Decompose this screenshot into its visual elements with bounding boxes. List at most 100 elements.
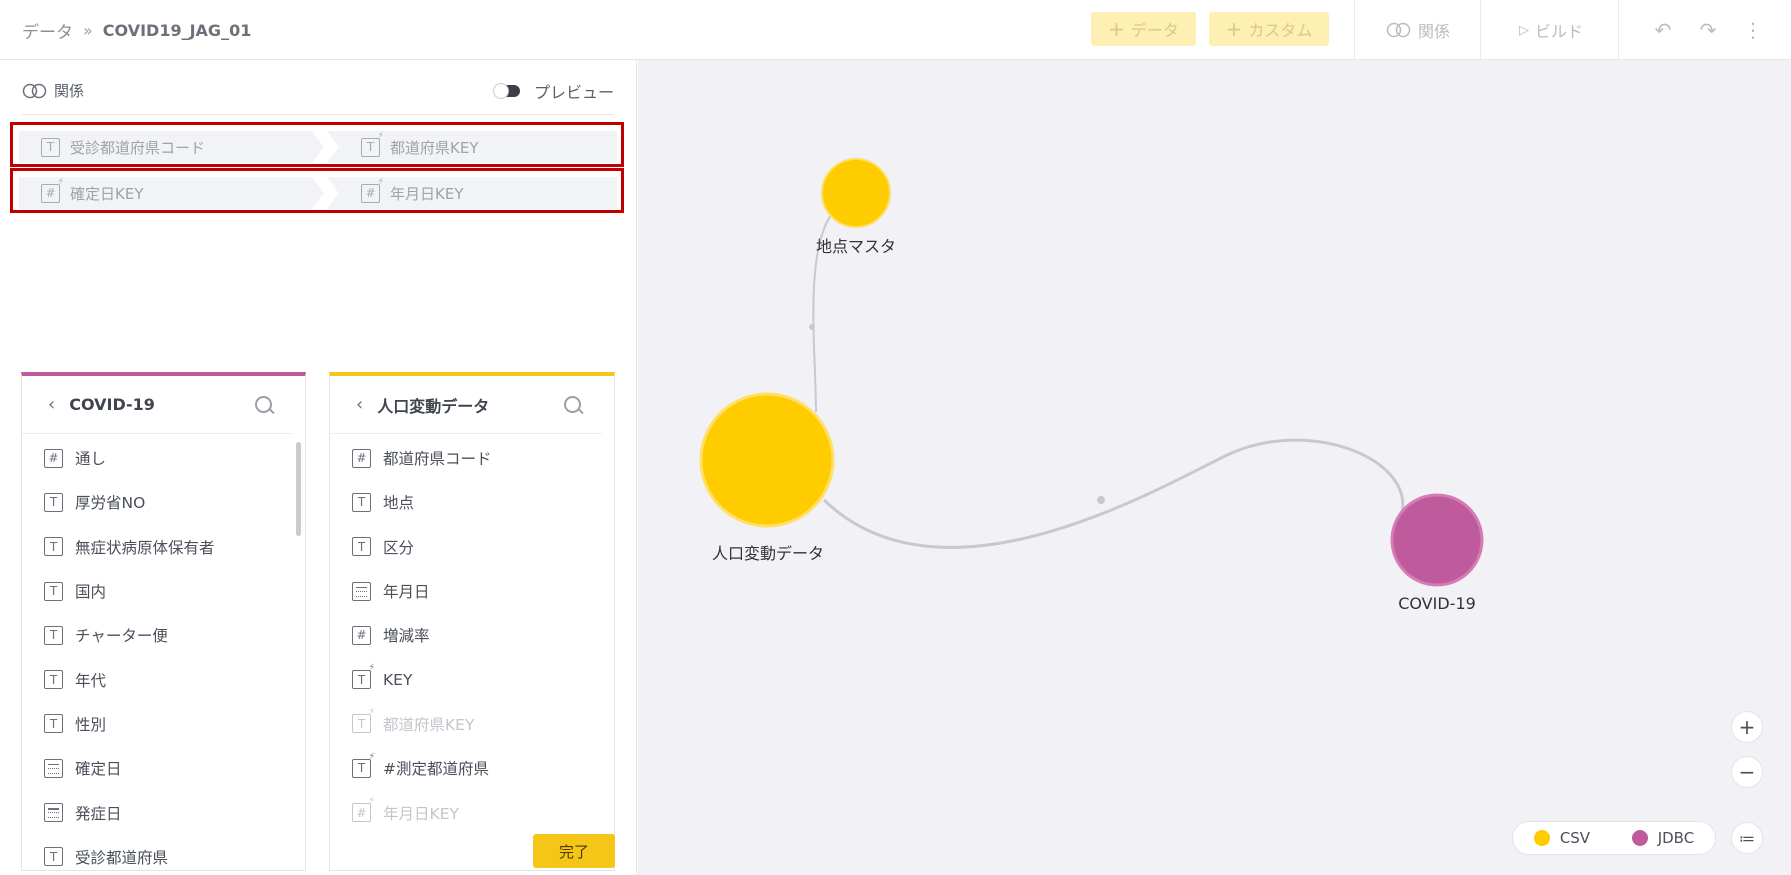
add-data-button[interactable]: + データ bbox=[1091, 12, 1196, 46]
field-list: #都道府県コード T地点 T区分 年月日 #増減率 TKEY T都道府県KEY … bbox=[330, 434, 614, 835]
undo-icon[interactable]: ↶ bbox=[1651, 18, 1675, 42]
legend-item-jdbc: JDBC bbox=[1631, 829, 1694, 847]
field-item[interactable]: T 区分 bbox=[330, 525, 614, 569]
table-header: ‹ COVID-19 bbox=[22, 376, 293, 434]
text-type-icon: T bbox=[44, 537, 63, 557]
edge-midpoint bbox=[1097, 496, 1105, 504]
date-type-icon bbox=[352, 581, 371, 601]
field-item[interactable]: T 性別 bbox=[22, 702, 305, 746]
pair-right-label: 都道府県KEY bbox=[390, 138, 479, 157]
edge-population-covid bbox=[822, 438, 1405, 549]
field-item[interactable]: T 無症状病原体保有者 bbox=[22, 525, 305, 569]
scrollbar[interactable] bbox=[296, 442, 301, 536]
pair-left-field[interactable]: T 受診都道府県コード bbox=[19, 131, 324, 163]
field-item[interactable]: # 年月日KEY bbox=[330, 790, 614, 834]
header-divider bbox=[1354, 0, 1355, 60]
field-item[interactable]: 確定日 bbox=[22, 746, 305, 790]
build-button[interactable]: ▷ ビルド bbox=[1519, 18, 1583, 42]
relation-pair[interactable]: T 受診都道府県コード T 都道府県KEY bbox=[10, 122, 624, 167]
header-divider bbox=[1618, 0, 1619, 60]
done-button[interactable]: 完了 bbox=[533, 834, 615, 868]
field-item[interactable]: 発症日 bbox=[22, 790, 305, 834]
field-label: 増減率 bbox=[383, 627, 430, 646]
breadcrumb-data-link[interactable]: データ bbox=[22, 18, 73, 43]
field-list: # 通し T 厚労省NO T 無症状病原体保有者 T 国内 T チャーター便 T 年代 T性… bbox=[22, 434, 305, 870]
legend-label: CSV bbox=[1559, 829, 1591, 847]
field-label: #測定都道府県 bbox=[383, 760, 489, 779]
number-key-type-icon: # bbox=[361, 178, 384, 203]
field-label: KEY bbox=[383, 670, 413, 689]
pair-left-label: 確定日KEY bbox=[70, 184, 144, 203]
chevron-left-icon[interactable]: ‹ bbox=[48, 394, 55, 415]
node-label: 地点マスタ bbox=[815, 237, 897, 256]
covid19-field-list: ‹ COVID-19 # 通し T 厚労省NO T 無症状病原体保有者 T 国内 T チャ… bbox=[21, 372, 306, 871]
breadcrumb: データ » COVID19_JAG_01 bbox=[22, 18, 251, 43]
preview-label: プレビュー bbox=[533, 83, 614, 102]
list-view-button[interactable]: ≔ bbox=[1731, 822, 1763, 854]
redo-icon[interactable]: ↷ bbox=[1696, 18, 1720, 42]
field-label: 発症日 bbox=[75, 804, 122, 823]
more-menu-icon[interactable]: ⋮ bbox=[1741, 18, 1765, 42]
zoom-out-button[interactable]: − bbox=[1731, 756, 1763, 788]
field-item[interactable]: # 増減率 bbox=[330, 613, 614, 657]
relation-label: 関係 bbox=[1418, 22, 1451, 41]
node-label: COVID-19 bbox=[1398, 594, 1476, 613]
relation-title: 関係 bbox=[22, 80, 84, 101]
field-item[interactable]: T 年代 bbox=[22, 657, 305, 701]
field-label: 区分 bbox=[383, 538, 415, 557]
number-type-icon: # bbox=[352, 625, 371, 645]
field-item[interactable]: # 都道府県コード bbox=[330, 436, 614, 480]
legend: CSV JDBC bbox=[1512, 821, 1716, 855]
field-item[interactable]: T 都道府県KEY bbox=[330, 702, 614, 746]
pair-right-field[interactable]: T 都道府県KEY bbox=[327, 131, 617, 163]
field-label: 確定日 bbox=[75, 760, 122, 779]
text-type-icon: T bbox=[44, 492, 63, 512]
node-population-data bbox=[699, 392, 835, 528]
relation-icon bbox=[22, 83, 47, 98]
number-key-type-icon: # bbox=[41, 178, 64, 203]
text-type-icon: T bbox=[352, 492, 371, 512]
preview-toggle[interactable] bbox=[492, 83, 520, 99]
graph-svg bbox=[699, 158, 1484, 587]
field-label: 性別 bbox=[75, 715, 107, 734]
text-key-type-icon: T bbox=[352, 664, 375, 690]
relation-pair[interactable]: # 確定日KEY # 年月日KEY bbox=[10, 168, 624, 213]
zoom-in-button[interactable]: + bbox=[1731, 711, 1763, 743]
text-type-icon: T bbox=[44, 670, 63, 690]
pair-right-field[interactable]: # 年月日KEY bbox=[327, 177, 617, 209]
edge-chiten-population bbox=[812, 195, 857, 413]
field-item[interactable]: T KEY bbox=[330, 657, 614, 701]
field-item[interactable]: 年月日 bbox=[330, 569, 614, 613]
field-item[interactable]: # 通し bbox=[22, 436, 305, 480]
chevron-left-icon[interactable]: ‹ bbox=[356, 394, 363, 415]
text-type-icon: T bbox=[44, 581, 63, 601]
field-label: チャーター便 bbox=[75, 627, 168, 646]
text-type-icon: T bbox=[44, 847, 63, 867]
breadcrumb-separator: » bbox=[83, 21, 93, 40]
field-item[interactable]: T #測定都道府県 bbox=[330, 746, 614, 790]
field-item[interactable]: T 受診都道府県 bbox=[22, 835, 305, 870]
text-key-type-icon: T bbox=[361, 132, 384, 157]
field-item[interactable]: T チャーター便 bbox=[22, 613, 305, 657]
csv-dot bbox=[1533, 830, 1550, 846]
field-label: 国内 bbox=[75, 583, 107, 602]
table-name: 人口変動データ bbox=[377, 396, 490, 416]
field-item[interactable]: T 国内 bbox=[22, 569, 305, 613]
pair-left-label: 受診都道府県コード bbox=[70, 138, 206, 157]
search-icon[interactable] bbox=[253, 394, 275, 416]
graph-canvas[interactable]: 地点マスタ 人口変動データ COVID-19 + − CSV JDBC ≔ bbox=[638, 60, 1791, 875]
field-label: 年月日 bbox=[383, 583, 430, 602]
field-item[interactable]: T 厚労省NO bbox=[22, 480, 305, 524]
search-icon[interactable] bbox=[562, 394, 584, 416]
population-field-list: ‹ 人口変動データ # 都道府県コード T 地点 T 区分 年月日 # 増減率 T KEY… bbox=[329, 372, 615, 871]
plus-icon: + bbox=[1108, 17, 1125, 41]
field-item[interactable]: T 地点 bbox=[330, 480, 614, 524]
jdbc-dot bbox=[1631, 830, 1648, 846]
relation-button[interactable]: 関係 bbox=[1386, 18, 1450, 42]
node-covid19 bbox=[1390, 493, 1484, 587]
top-header: データ » COVID19_JAG_01 + データ + カスタム 関係 ▷ ビ… bbox=[0, 0, 1791, 60]
number-key-type-icon: # bbox=[352, 797, 375, 823]
preview-toggle-group: プレビュー bbox=[492, 79, 614, 103]
pair-left-field[interactable]: # 確定日KEY bbox=[19, 177, 324, 209]
add-custom-button[interactable]: + カスタム bbox=[1209, 12, 1329, 46]
